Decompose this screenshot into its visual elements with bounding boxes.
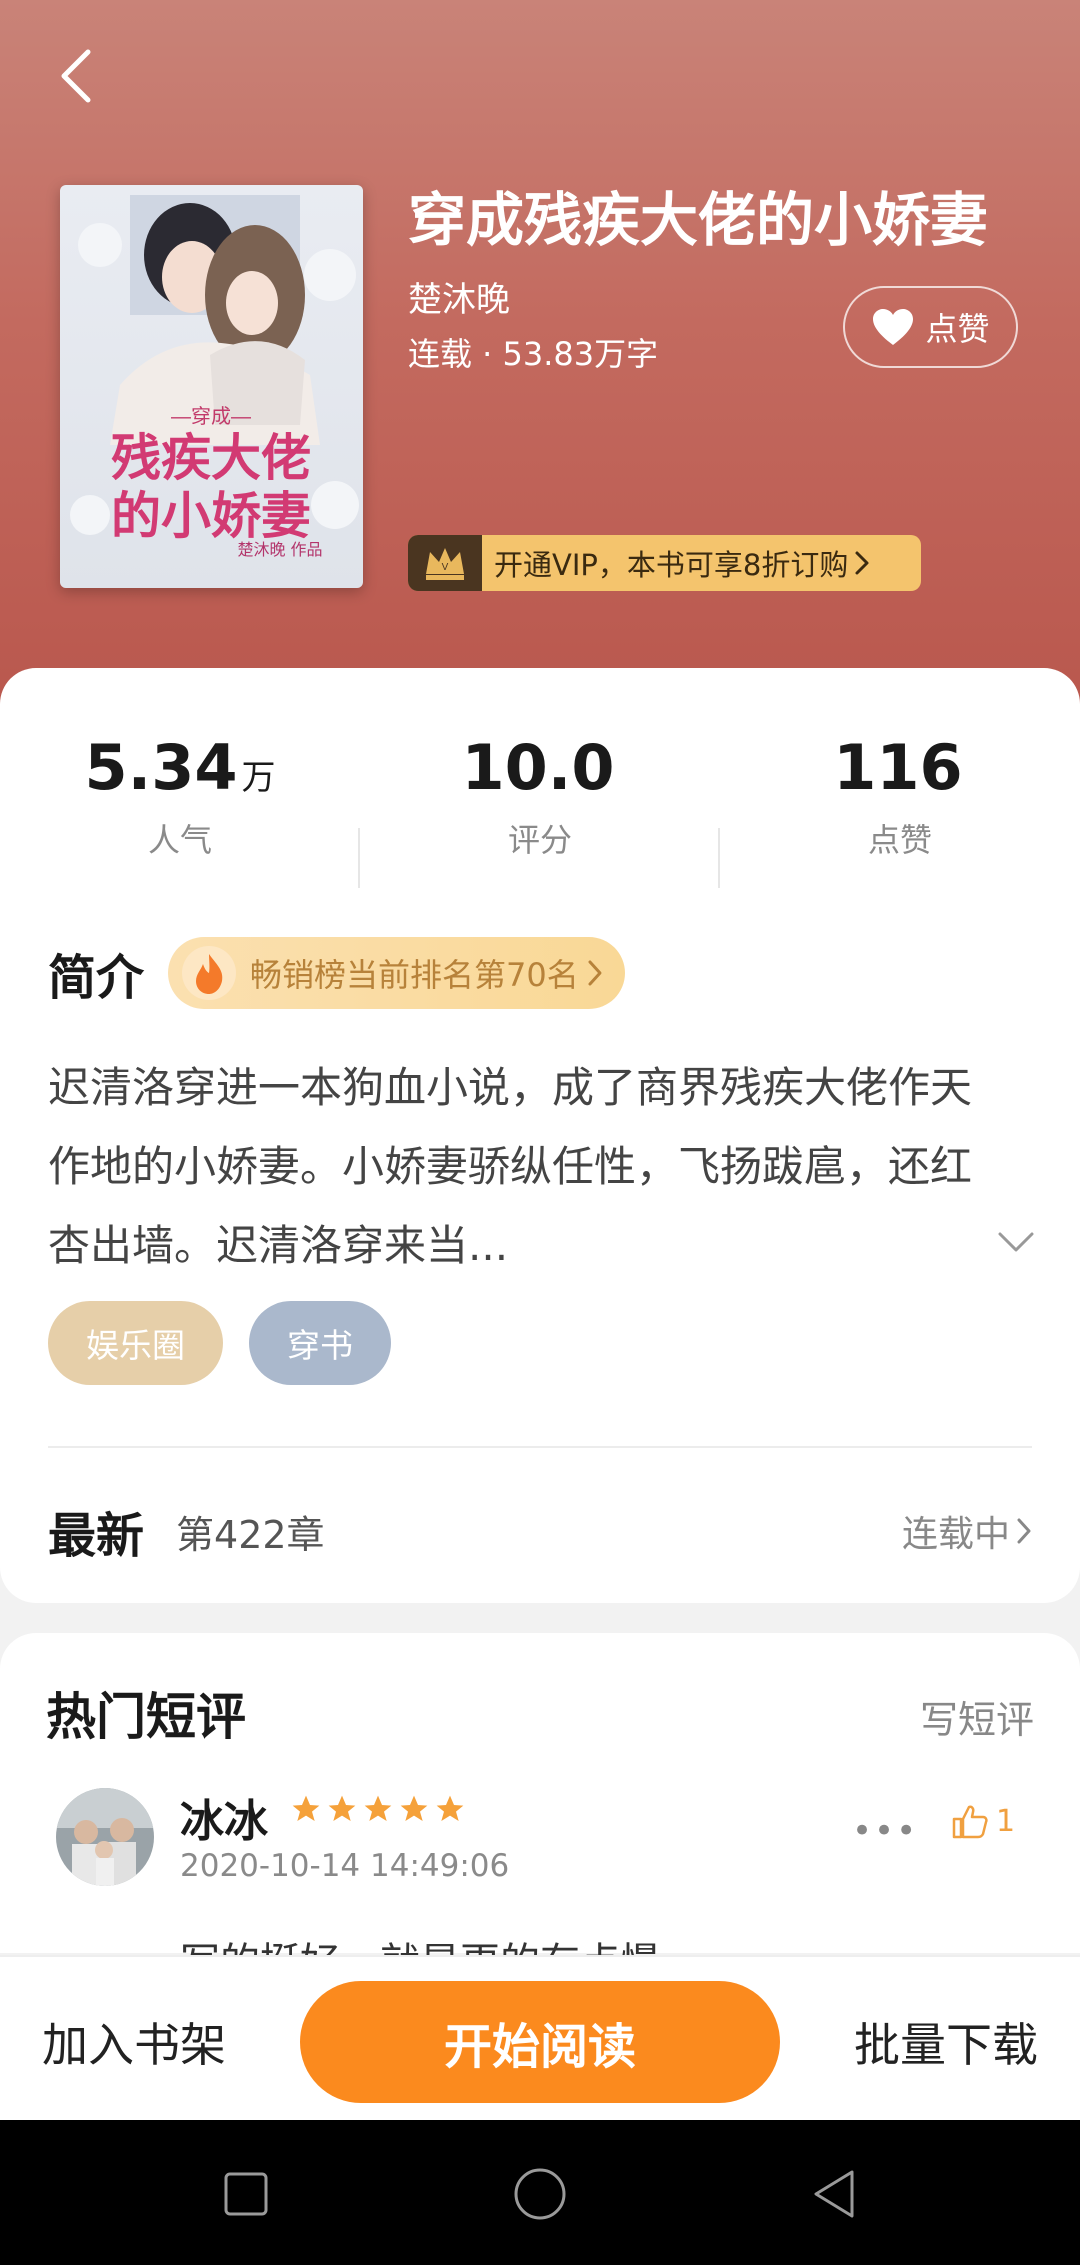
latest-title: 最新 xyxy=(48,1508,145,1564)
avatar[interactable] xyxy=(56,1788,154,1886)
book-author[interactable]: 楚沐晚 xyxy=(408,276,510,324)
fire-icon xyxy=(182,946,237,1000)
latest-chapter: 第422章 xyxy=(176,1512,325,1557)
stat-divider xyxy=(718,828,720,888)
stat-divider xyxy=(358,828,360,888)
back-button[interactable] xyxy=(44,44,108,108)
book-info-card: 5.34 万 人气 10.0 评分 116 点赞 简介 畅销榜当前排名第70名 迟… xyxy=(0,668,1080,1603)
heart-icon xyxy=(873,309,914,345)
book-meta: 连载 · 53.83万字 xyxy=(408,335,659,373)
bottom-action-bar: 加入书架 开始阅读 批量下载 xyxy=(0,1955,1080,2120)
star-icon xyxy=(328,1795,356,1821)
book-cover-illustration: —穿成— 残疾大佬 的小娇妻 楚沐晚 作品 xyxy=(60,185,363,588)
stat-label: 人气 xyxy=(147,821,212,859)
serial-status-label: 连载中 xyxy=(901,1514,1010,1555)
tag-list: 娱乐圈 穿书 xyxy=(48,1301,391,1385)
star-icon xyxy=(400,1795,428,1821)
stat-label: 点赞 xyxy=(867,821,932,859)
book-cover[interactable]: —穿成— 残疾大佬 的小娇妻 楚沐晚 作品 xyxy=(60,185,363,588)
start-reading-button[interactable]: 开始阅读 xyxy=(300,1981,780,2103)
stat-label: 评分 xyxy=(507,821,572,859)
star-icon xyxy=(364,1795,392,1821)
system-navigation-bar xyxy=(0,2120,1080,2265)
svg-text:残疾大佬: 残疾大佬 xyxy=(111,429,311,487)
intro-title: 简介 xyxy=(48,950,145,1006)
tag-chip[interactable]: 穿书 xyxy=(249,1301,391,1385)
reviews-card: 热门短评 写短评 冰冰 2020-10-14 14:49:06 ••• 1 xyxy=(0,1633,1080,1953)
rank-label: 畅销榜当前排名第70名 xyxy=(250,956,579,994)
stat-unit: 万 xyxy=(241,758,276,798)
thumbs-up-icon xyxy=(952,1805,988,1839)
vip-banner-label: 开通VIP，本书可享8折订购 xyxy=(494,548,849,582)
stat-popularity: 5.34 万 人气 xyxy=(40,728,320,862)
star-icon xyxy=(292,1795,320,1821)
stats-row: 5.34 万 人气 10.0 评分 116 点赞 xyxy=(0,728,1080,888)
reviews-title: 热门短评 xyxy=(46,1688,246,1746)
like-button-label: 点赞 xyxy=(925,310,990,348)
stat-value: 10.0 xyxy=(461,731,615,804)
svg-text:V: V xyxy=(442,562,449,573)
review-like-button[interactable]: 1 xyxy=(950,1801,1015,1841)
stat-value: 5.34 xyxy=(84,731,238,804)
recent-apps-icon[interactable] xyxy=(214,2162,278,2226)
svg-text:—穿成—: —穿成— xyxy=(171,405,251,428)
svg-text:的小娇妻: 的小娇妻 xyxy=(111,487,311,545)
more-options-icon[interactable]: ••• xyxy=(852,1811,918,1851)
chevron-right-icon xyxy=(1017,1518,1031,1544)
intro-header: 简介 畅销榜当前排名第70名 xyxy=(48,936,625,1010)
chevron-left-icon xyxy=(61,49,91,103)
crown-icon: V xyxy=(408,535,482,591)
rank-badge[interactable]: 畅销榜当前排名第70名 xyxy=(168,937,625,1009)
chevron-right-icon xyxy=(855,551,869,575)
write-review-button[interactable]: 写短评 xyxy=(920,1689,1034,1744)
rating-stars xyxy=(290,1793,466,1825)
section-divider xyxy=(48,1446,1032,1448)
intro-description[interactable]: 迟清洛穿进一本狗血小说，成了商界残疾大佬作天作地的小娇妻。小娇妻骄纵任性，飞扬跋… xyxy=(48,1048,1008,1285)
svg-text:楚沐晚 作品: 楚沐晚 作品 xyxy=(237,540,322,559)
back-triangle-icon[interactable] xyxy=(802,2162,866,2226)
latest-chapter-row[interactable]: 最新 第422章 连载中 xyxy=(48,1488,1032,1574)
stat-rating: 10.0 评分 xyxy=(400,728,680,862)
book-hero: —穿成— 残疾大佬 的小娇妻 楚沐晚 作品 穿成残疾大佬的小娇妻 楚沐晚 连载 … xyxy=(0,0,1080,720)
add-to-shelf-button[interactable]: 加入书架 xyxy=(42,2009,226,2075)
serial-status: 连载中 xyxy=(902,1505,1032,1557)
chevron-right-icon xyxy=(588,960,602,986)
stat-value: 116 xyxy=(833,731,963,804)
like-button[interactable]: 点赞 xyxy=(843,286,1018,368)
expand-chevron-icon[interactable] xyxy=(996,1228,1036,1258)
batch-download-button[interactable]: 批量下载 xyxy=(854,2009,1038,2075)
vip-banner[interactable]: V 开通VIP，本书可享8折订购 xyxy=(408,535,921,591)
stat-likes: 116 点赞 xyxy=(760,728,1040,862)
home-icon[interactable] xyxy=(508,2162,572,2226)
review-time: 2020-10-14 14:49:06 xyxy=(180,1848,510,1884)
star-icon xyxy=(436,1795,464,1821)
tag-chip[interactable]: 娱乐圈 xyxy=(48,1301,223,1385)
book-title: 穿成残疾大佬的小娇妻 xyxy=(408,186,989,254)
review-username[interactable]: 冰冰 xyxy=(180,1785,268,1849)
review-like-count: 1 xyxy=(996,1803,1016,1839)
